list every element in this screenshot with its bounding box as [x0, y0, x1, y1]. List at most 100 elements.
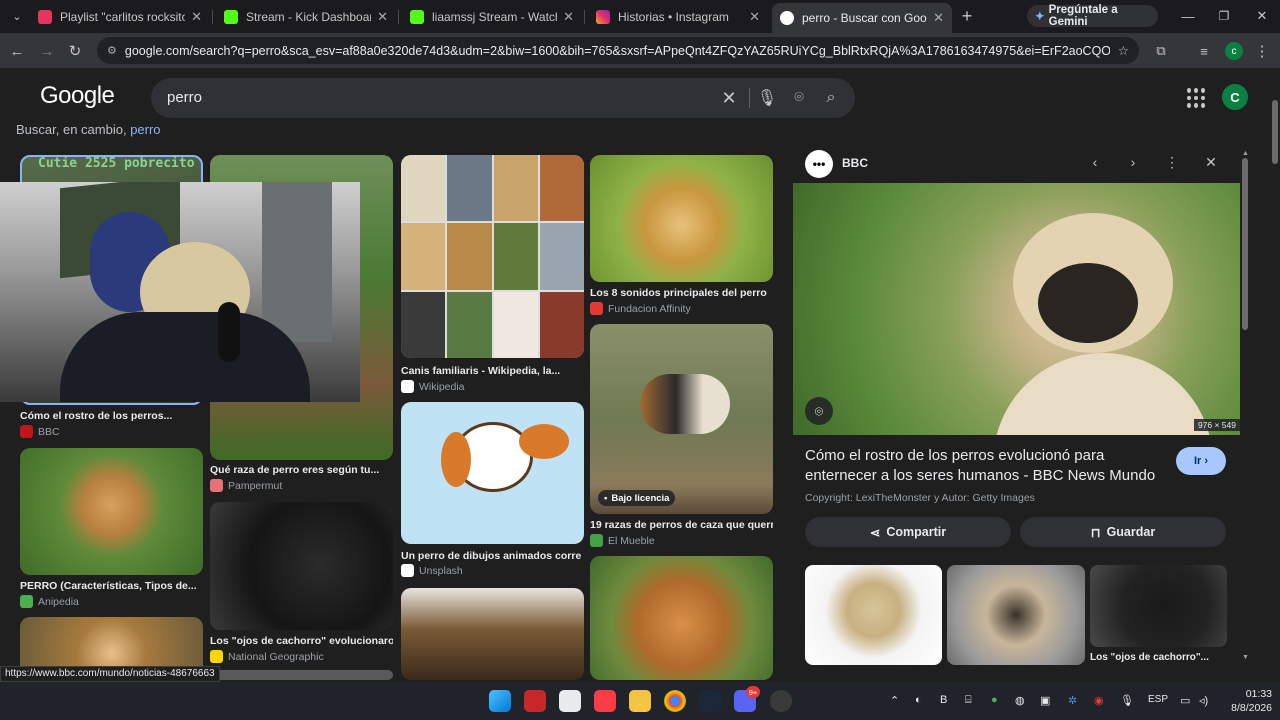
image-result-unsplash[interactable]: Un perro de dibujos animados corre y... … [401, 402, 584, 577]
bookmark-star-icon[interactable]: ☆ [1118, 43, 1129, 58]
extensions-icon[interactable]: ⧉ [1150, 40, 1172, 62]
tab-google-search[interactable]: perro - Buscar con Google ✕ [772, 3, 952, 33]
clear-icon[interactable]: ✕ [719, 88, 739, 108]
address-bar[interactable]: ⚙ google.com/search?q=perro&sca_esv=af88… [97, 37, 1139, 64]
image-result-anipedia[interactable]: PERRO (Características, Tipos de... Anip… [20, 448, 203, 608]
suggest-link[interactable]: perro [130, 122, 160, 137]
site-info-icon[interactable]: ⚙ [107, 44, 117, 57]
close-tab-icon[interactable]: ✕ [563, 9, 574, 25]
tab-kick-dashboard[interactable]: Stream - Kick Dashboard ✕ [216, 5, 396, 29]
image-result-partial[interactable] [210, 670, 393, 680]
tray-app-icon[interactable]: ◐ [915, 694, 922, 706]
close-tab-icon[interactable]: ✕ [749, 9, 760, 25]
close-tab-icon[interactable]: ✕ [933, 10, 944, 26]
forward-button[interactable]: → [36, 40, 58, 62]
result-caption[interactable]: 19 razas de perros de caza que querr... [590, 519, 773, 531]
related-image[interactable] [805, 565, 942, 665]
voice-mod-icon[interactable] [524, 690, 546, 712]
obs-icon[interactable] [770, 690, 792, 712]
image-result-wikipedia[interactable]: Canis familiaris - Wikipedia, la... Wiki… [401, 155, 584, 395]
save-button[interactable]: ⊓ Guardar [1020, 517, 1226, 547]
image-result-affinity[interactable]: Los 8 sonidos principales del perro Fund… [590, 155, 773, 315]
tray-app-icon[interactable]: B [940, 694, 947, 706]
more-options-icon[interactable]: ⋮ [1162, 152, 1182, 172]
tray-app-icon[interactable]: ◉ [1094, 694, 1104, 707]
next-image-icon[interactable]: › [1123, 152, 1143, 172]
apps-grid-icon[interactable] [1187, 88, 1207, 108]
image-result-shepherd[interactable] [401, 588, 584, 680]
file-explorer-icon[interactable] [629, 690, 651, 712]
result-caption[interactable]: Los "ojos de cachorro" evolucionaro... [210, 635, 393, 647]
google-logo[interactable]: Google [40, 82, 115, 110]
chrome-icon[interactable] [664, 690, 686, 712]
source-logo[interactable]: ••• [805, 150, 833, 178]
close-panel-icon[interactable]: ✕ [1201, 152, 1221, 172]
media-control-icon[interactable]: ≡ [1193, 40, 1215, 62]
tab-search-icon[interactable]: ⌄ [6, 5, 28, 27]
related-image[interactable] [1090, 565, 1227, 647]
clock[interactable]: 01:33 8/8/2026 [1231, 687, 1272, 715]
close-window-button[interactable]: ✕ [1251, 5, 1273, 27]
result-source[interactable]: BBC [38, 426, 60, 438]
panel-source[interactable]: BBC [842, 156, 868, 170]
search-icon[interactable]: ⌕ [821, 88, 841, 108]
discord-icon[interactable]: 9+ [734, 686, 760, 712]
result-thumbnail[interactable] [210, 502, 393, 630]
result-thumbnail[interactable] [401, 588, 584, 680]
lens-search-icon[interactable]: ⌾ [805, 397, 833, 425]
lens-icon[interactable]: ⌾ [789, 88, 809, 108]
tray-app-icon[interactable]: ▣ [1040, 694, 1050, 707]
image-result-natgeo[interactable]: Los "ojos de cachorro" evolucionaro... N… [210, 502, 393, 663]
network-icon[interactable]: ▭ [1180, 694, 1190, 707]
close-tab-icon[interactable]: ✕ [377, 9, 388, 25]
tray-status-icon[interactable]: ● [991, 694, 998, 706]
steam-icon[interactable] [699, 690, 721, 712]
result-caption[interactable]: PERRO (Características, Tipos de... [20, 580, 203, 592]
tray-chevron-icon[interactable]: ⌃ [890, 694, 899, 707]
search-box[interactable]: perro ✕ 🎙 ⌾ ⌕ [151, 78, 855, 118]
maximize-button[interactable]: ❐ [1213, 5, 1235, 27]
result-source[interactable]: Pampermut [228, 480, 282, 492]
result-caption[interactable]: Canis familiaris - Wikipedia, la... [401, 365, 584, 377]
related-image[interactable] [947, 565, 1085, 665]
account-avatar[interactable]: C [1222, 84, 1248, 110]
result-caption[interactable]: Qué raza de perro eres según tu... [210, 464, 393, 476]
image-result-golden[interactable] [590, 556, 773, 680]
minimize-button[interactable]: — [1177, 5, 1199, 27]
result-thumbnail[interactable]: ▪ Bajo licencia [590, 324, 773, 514]
tray-settings-icon[interactable]: ✲ [1068, 694, 1077, 707]
image-result-elmueble[interactable]: ▪ Bajo licencia 19 razas de perros de ca… [590, 324, 773, 547]
tab-playlist[interactable]: Playlist "carlitos rocksito 2 ✕ [30, 5, 210, 29]
gemini-button[interactable]: ✦ Pregúntale a Gemini [1027, 4, 1158, 28]
result-source[interactable]: Wikipedia [419, 381, 465, 393]
search-input[interactable]: perro [167, 89, 202, 106]
result-source[interactable]: El Mueble [608, 535, 655, 547]
language-indicator[interactable]: ESP [1148, 694, 1168, 705]
tab-instagram[interactable]: Historias • Instagram ✕ [588, 5, 768, 29]
page-scrollbar[interactable] [1270, 68, 1280, 682]
reload-button[interactable]: ↻ [64, 40, 86, 62]
result-thumbnail[interactable] [590, 556, 773, 680]
result-source[interactable]: Fundacion Affinity [608, 303, 691, 315]
tray-usb-icon[interactable]: ⌸ [965, 694, 972, 707]
result-source[interactable]: Unsplash [419, 565, 463, 577]
previous-image-icon[interactable]: ‹ [1085, 152, 1105, 172]
close-tab-icon[interactable]: ✕ [191, 9, 202, 25]
result-thumbnail[interactable] [20, 448, 203, 575]
result-source[interactable]: National Geographic [228, 651, 324, 663]
microphone-tray-icon[interactable]: 🎙 [1120, 694, 1134, 707]
visit-button[interactable]: Ir › [1176, 447, 1226, 475]
menu-kebab-icon[interactable]: ⋮ [1251, 40, 1273, 62]
notes-app-icon[interactable] [559, 690, 581, 712]
result-thumbnail[interactable] [401, 155, 584, 358]
volume-icon[interactable]: ◃) [1199, 694, 1208, 707]
microphone-icon[interactable]: 🎙 [757, 88, 777, 108]
result-thumbnail[interactable] [210, 670, 393, 680]
music-app-icon[interactable] [594, 690, 616, 712]
panel-scrollbar[interactable]: ▲ ▼ [1241, 150, 1249, 664]
result-thumbnail[interactable] [401, 402, 584, 544]
result-source[interactable]: Anipedia [38, 596, 79, 608]
tray-steam-icon[interactable]: ◍ [1015, 694, 1025, 707]
result-thumbnail[interactable] [590, 155, 773, 282]
related-caption[interactable]: Los "ojos de cachorro"... [1090, 652, 1227, 663]
